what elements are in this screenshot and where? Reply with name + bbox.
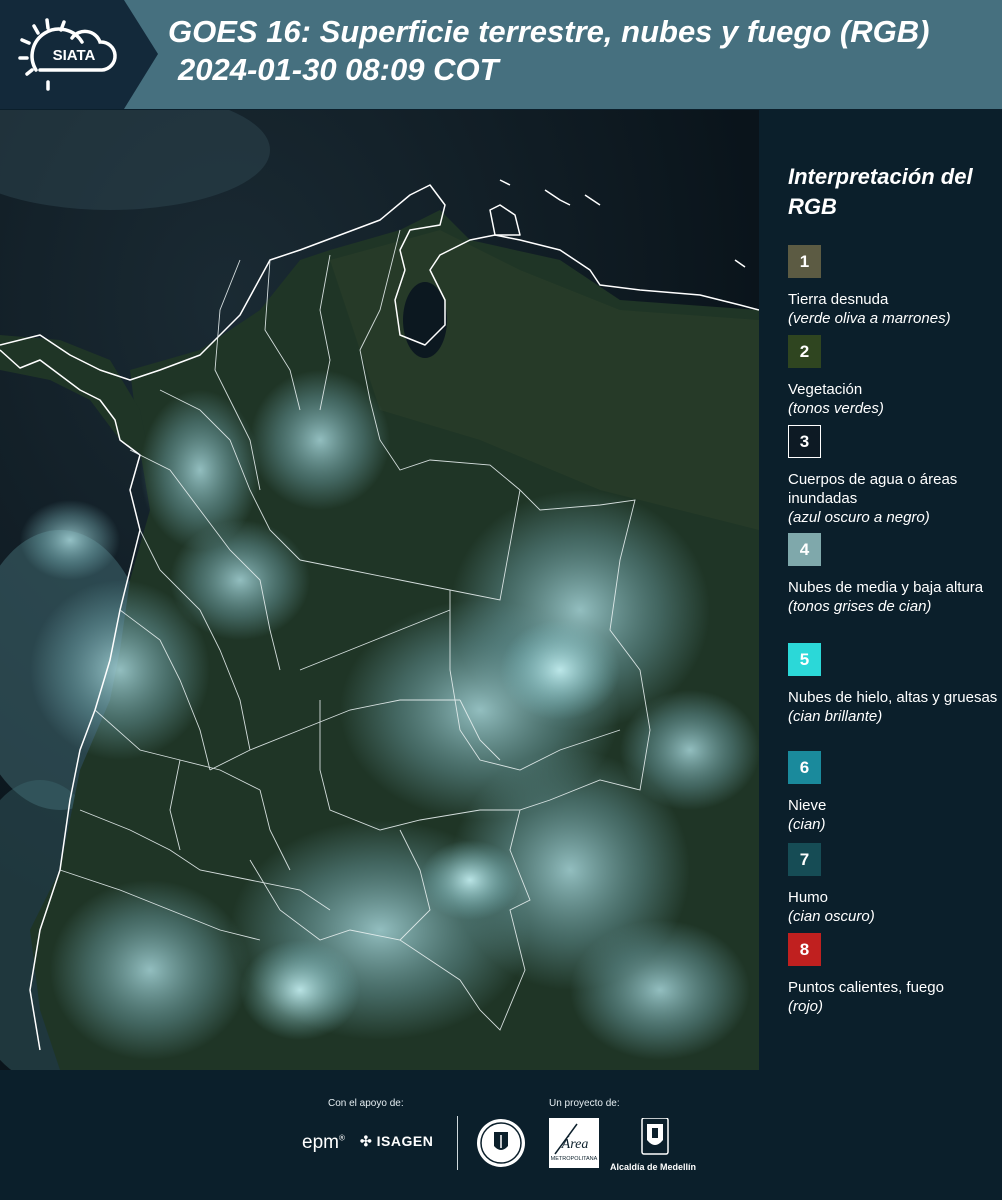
- legend-swatch-1: 1: [788, 245, 821, 278]
- legend-desc-8: (rojo): [788, 998, 824, 1015]
- legend-item-vegetation: 2 Vegetación (tonos verdes): [788, 335, 998, 418]
- legend-label-4: Nubes de media y baja altura: [788, 579, 984, 596]
- legend-item-fire: 8 Puntos calientes, fuego (rojo): [788, 933, 998, 1016]
- isagen-icon: ✣: [360, 1133, 373, 1149]
- legend-item-ice-clouds: 5 Nubes de hielo, altas y gruesas (cian …: [788, 643, 998, 726]
- legend-item-smoke: 7 Humo (cian oscuro): [788, 843, 998, 926]
- alcaldia-label: Alcaldía de Medellín: [610, 1162, 697, 1172]
- isagen-logo[interactable]: ✣ ISAGEN: [360, 1133, 433, 1150]
- area-metropolitana-logo[interactable]: Área METROPOLITANA: [549, 1118, 599, 1168]
- page-title: GOES 16: Superficie terrestre, nubes y f…: [168, 14, 930, 49]
- legend-label-6: Nieve: [788, 797, 827, 814]
- legend-label-8: Puntos calientes, fuego: [788, 979, 944, 996]
- siata-logo[interactable]: SIATA: [0, 0, 158, 109]
- legend-desc-4: (tonos grises de cian): [788, 598, 932, 615]
- footer: Con el apoyo de: Un proyecto de: epm® ✣ …: [0, 1070, 1002, 1200]
- project-label: Un proyecto de:: [549, 1098, 620, 1109]
- legend-label-5: Nubes de hielo, altas y gruesas: [788, 689, 998, 706]
- isagen-logo-text: ISAGEN: [376, 1133, 434, 1149]
- page-timestamp: 2024-01-30 08:09 COT: [178, 52, 499, 87]
- legend-title: Interpretación del RGB: [788, 164, 973, 219]
- epm-logo-text: epm: [302, 1132, 339, 1153]
- area-logo-subtext: METROPOLITANA: [551, 1156, 598, 1162]
- legend-swatch-6: 6: [788, 751, 821, 784]
- legend-item-low-clouds: 4 Nubes de media y baja altura (tonos gr…: [788, 533, 998, 616]
- legend-desc-7: (cian oscuro): [788, 908, 875, 925]
- legend-swatch-8: 8: [788, 933, 821, 966]
- legend-desc-1: (verde oliva a marrones): [788, 310, 951, 327]
- satellite-map[interactable]: [0, 110, 759, 1070]
- legend-swatch-3: 3: [788, 425, 821, 458]
- legend-label-1: Tierra desnuda: [788, 291, 889, 308]
- area-logo-text: Área: [561, 1135, 589, 1152]
- alcaldia-shield-icon[interactable]: [640, 1118, 670, 1156]
- legend-swatch-4: 4: [788, 533, 821, 566]
- legend-swatch-7: 7: [788, 843, 821, 876]
- medellin-seal-icon[interactable]: [476, 1118, 526, 1168]
- legend-label-3: Cuerpos de agua o áreas inundadas: [788, 471, 958, 507]
- legend-desc-6: (cian): [788, 816, 826, 833]
- legend-swatch-5: 5: [788, 643, 821, 676]
- siata-logo-text: SIATA: [53, 47, 96, 64]
- legend-desc-5: (cian brillante): [788, 708, 883, 725]
- legend-swatch-2: 2: [788, 335, 821, 368]
- legend-desc-3: (azul oscuro a negro): [788, 509, 930, 526]
- legend-label-2: Vegetación: [788, 381, 863, 398]
- footer-divider: [457, 1116, 458, 1170]
- legend-item-water: 3 Cuerpos de agua o áreas inundadas (azu…: [788, 425, 998, 527]
- support-label: Con el apoyo de:: [328, 1098, 404, 1109]
- legend-desc-2: (tonos verdes): [788, 400, 884, 417]
- legend-item-snow: 6 Nieve (cian): [788, 751, 998, 834]
- legend-label-7: Humo: [788, 889, 829, 906]
- legend-item-bare-soil: 1 Tierra desnuda (verde oliva a marrones…: [788, 245, 998, 328]
- epm-logo[interactable]: epm®: [302, 1132, 345, 1154]
- header-bar: SIATA GOES 16: Superficie terrestre, nub…: [0, 0, 1002, 109]
